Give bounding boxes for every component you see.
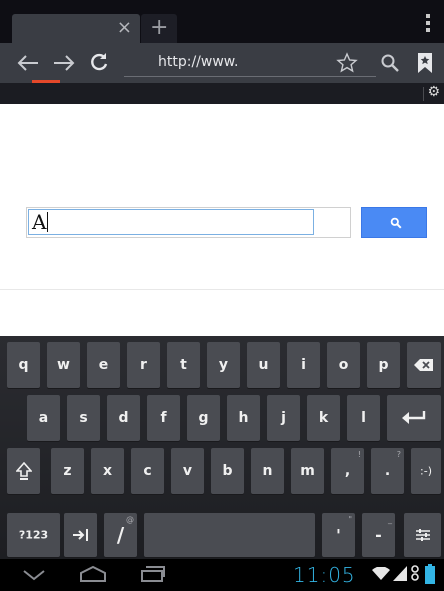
- onscreen-keyboard: q w e r t y u i o p a s d f g h j k l z …: [0, 336, 444, 559]
- settings-key[interactable]: [404, 513, 441, 557]
- enter-key[interactable]: [387, 395, 441, 441]
- text-caret: [47, 212, 49, 232]
- plus-icon: +: [150, 15, 169, 40]
- key-q[interactable]: q: [7, 342, 40, 388]
- key-a[interactable]: a: [27, 395, 60, 441]
- tab-arrow-icon: [73, 529, 88, 541]
- key-d[interactable]: d: [107, 395, 140, 441]
- key-dash[interactable]: _ -: [362, 513, 395, 557]
- forward-arrow-icon[interactable]: [52, 53, 76, 73]
- space-key[interactable]: [144, 513, 315, 557]
- search-box: A: [26, 207, 351, 238]
- gear-icon[interactable]: ⚙: [427, 84, 440, 100]
- hide-keyboard-icon[interactable]: [22, 569, 46, 581]
- keyboard-settings-icon: [416, 529, 430, 541]
- shift-icon: [16, 462, 32, 480]
- key-e[interactable]: e: [87, 342, 120, 388]
- key-apostrophe[interactable]: " ': [322, 513, 355, 557]
- data-sync-icon: [411, 565, 419, 581]
- key-h[interactable]: h: [227, 395, 260, 441]
- star-icon[interactable]: [336, 52, 358, 74]
- back-arrow-icon[interactable]: [16, 53, 40, 73]
- key-i[interactable]: i: [287, 342, 320, 388]
- tab-active[interactable]: ×: [12, 14, 140, 43]
- bookmarks-icon[interactable]: [417, 52, 433, 74]
- key-m[interactable]: m: [291, 448, 324, 494]
- status-clock: 11:05: [293, 563, 356, 587]
- home-icon[interactable]: [79, 565, 107, 583]
- key-w[interactable]: w: [47, 342, 80, 388]
- page-info-strip: ⚙: [0, 83, 444, 104]
- key-x[interactable]: x: [91, 448, 124, 494]
- key-f[interactable]: f: [147, 395, 180, 441]
- key-comma[interactable]: !,: [331, 448, 364, 494]
- key-k[interactable]: k: [307, 395, 340, 441]
- overflow-menu-icon[interactable]: [426, 14, 430, 32]
- tab-strip: × +: [0, 0, 444, 43]
- key-n[interactable]: n: [251, 448, 284, 494]
- web-page: A: [0, 104, 444, 336]
- search-input-text: A: [32, 210, 47, 234]
- key-u[interactable]: u: [247, 342, 280, 388]
- emoticon-key[interactable]: :-): [411, 448, 441, 494]
- shift-key[interactable]: [7, 448, 40, 494]
- reload-icon[interactable]: [89, 52, 109, 72]
- key-period[interactable]: ?.: [371, 448, 404, 494]
- system-navigation-bar: 11:05: [0, 559, 444, 591]
- key-o[interactable]: o: [327, 342, 360, 388]
- key-slash[interactable]: @ /: [104, 513, 137, 557]
- backspace-key[interactable]: [407, 342, 441, 388]
- tab-close-button[interactable]: ×: [117, 18, 132, 38]
- symbols-key[interactable]: ?123: [7, 513, 60, 557]
- wifi-icon: [372, 567, 390, 580]
- key-g[interactable]: g: [187, 395, 220, 441]
- search-icon: [390, 217, 402, 229]
- key-c[interactable]: c: [131, 448, 164, 494]
- url-text: http://www.: [158, 54, 239, 70]
- key-b[interactable]: b: [211, 448, 244, 494]
- new-tab-button[interactable]: +: [141, 14, 177, 43]
- key-s[interactable]: s: [67, 395, 100, 441]
- tab-key[interactable]: [64, 513, 97, 557]
- search-button[interactable]: [361, 207, 427, 238]
- browser-toolbar: http://www.: [0, 43, 444, 83]
- battery-icon: [425, 564, 435, 584]
- search-input[interactable]: A: [28, 209, 314, 235]
- content-divider: [0, 289, 444, 290]
- backspace-icon: [414, 359, 433, 371]
- key-y[interactable]: y: [207, 342, 240, 388]
- search-icon[interactable]: [380, 53, 400, 73]
- key-v[interactable]: v: [171, 448, 204, 494]
- signal-icon: [393, 566, 407, 581]
- enter-icon: [402, 411, 426, 424]
- recent-apps-icon[interactable]: [140, 566, 166, 582]
- key-r[interactable]: r: [127, 342, 160, 388]
- divider: [423, 87, 424, 101]
- key-l[interactable]: l: [347, 395, 380, 441]
- key-p[interactable]: p: [367, 342, 400, 388]
- key-t[interactable]: t: [167, 342, 200, 388]
- key-z[interactable]: z: [51, 448, 84, 494]
- key-j[interactable]: j: [267, 395, 300, 441]
